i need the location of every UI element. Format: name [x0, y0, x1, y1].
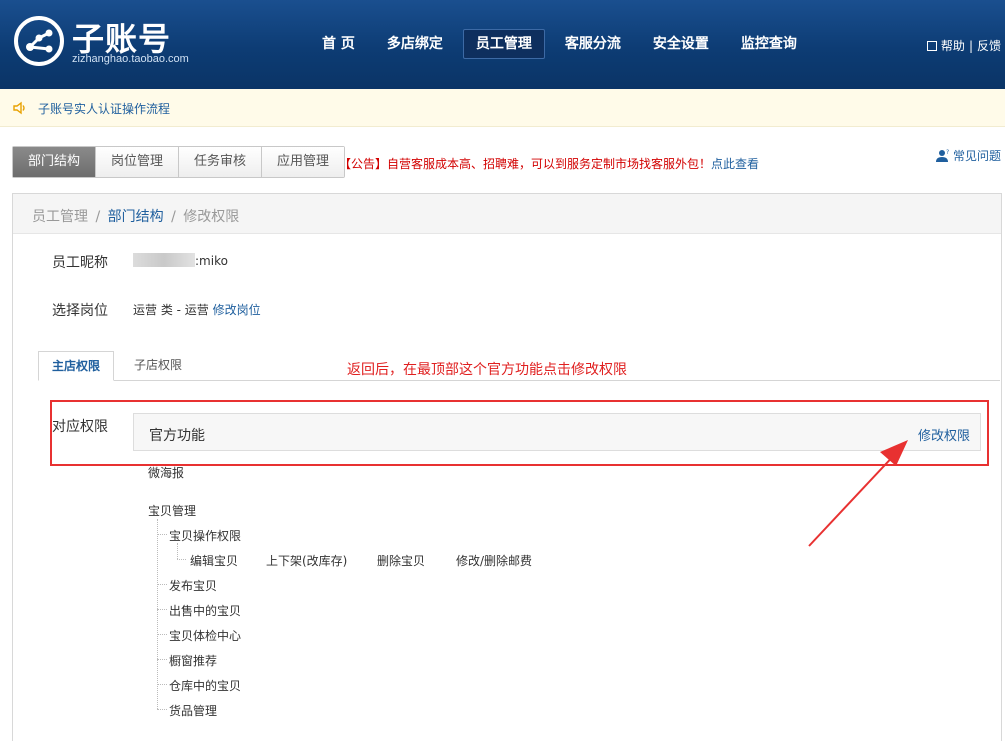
tree-connector	[157, 709, 167, 710]
tab-position-management[interactable]: 岗位管理	[96, 147, 180, 177]
tree-connector	[157, 684, 167, 685]
tab-department-structure[interactable]: 部门结构	[13, 147, 97, 177]
tree-connector	[157, 634, 167, 635]
faq-link[interactable]: ? 常见问题	[935, 147, 1001, 164]
redacted-name	[133, 253, 195, 267]
section-tabs: 部门结构 岗位管理 任务审核 应用管理	[12, 146, 346, 178]
nav-monitoring[interactable]: 监控查询	[729, 29, 809, 59]
breadcrumb-separator: /	[95, 209, 101, 225]
tree-connector	[177, 559, 186, 560]
page: 子账号 zizhanghao.taobao.com 首 页 多店绑定 员工管理 …	[0, 0, 1005, 741]
tab-sub-shop-permissions[interactable]: 子店权限	[121, 351, 195, 381]
tree-item-window-recommend: 橱窗推荐	[169, 654, 218, 668]
position-text: 运营 类 - 运营	[133, 303, 209, 317]
feedback-link[interactable]: 反馈	[977, 37, 1001, 54]
user-question-icon: ?	[935, 149, 949, 162]
tree-item-goods-manage: 货品管理	[169, 704, 218, 718]
tree-connector	[157, 659, 167, 660]
tree-item-publish-item: 发布宝贝	[169, 579, 218, 593]
nickname-label: 员工昵称	[52, 255, 108, 271]
breadcrumb-current: 修改权限	[183, 209, 240, 225]
breadcrumb: 员工管理 / 部门结构 / 修改权限	[13, 194, 1001, 234]
highlight-frame	[50, 400, 989, 466]
tree-item-baobei-ops: 宝贝操作权限	[169, 529, 242, 543]
nickname-suffix: :miko	[195, 254, 228, 268]
logo-subtitle: zizhanghao.taobao.com	[72, 53, 189, 65]
tab-task-review[interactable]: 任务审核	[179, 147, 263, 177]
tree-item-edit-item: 编辑宝贝	[190, 554, 239, 568]
main-nav: 首 页 多店绑定 员工管理 客服分流 安全设置 监控查询	[310, 29, 817, 59]
tree-item-check-center: 宝贝体检中心	[169, 629, 242, 643]
announcement-link[interactable]: 点此查看	[711, 157, 759, 171]
help-area: 帮助 | 反馈	[926, 37, 1001, 54]
tree-item-edit-postage: 修改/删除邮费	[456, 554, 533, 568]
position-label: 选择岗位	[52, 303, 108, 319]
breadcrumb-separator: /	[171, 209, 176, 225]
tree-item-on-sale: 出售中的宝贝	[169, 604, 242, 618]
notice-bar: 子账号实人认证操作流程	[0, 89, 1005, 127]
tab-app-management[interactable]: 应用管理	[262, 147, 345, 177]
tab-main-shop-permissions[interactable]: 主店权限	[38, 351, 115, 381]
tree-item-baobei-manage: 宝贝管理	[148, 504, 197, 518]
tree-connector	[157, 584, 167, 585]
svg-text:?: ?	[946, 149, 949, 156]
nav-multi-shop[interactable]: 多店绑定	[375, 29, 455, 59]
tree-item-weihaibao: 微海报	[148, 466, 185, 480]
logo-icon	[14, 16, 64, 66]
tree-connector	[157, 534, 167, 535]
breadcrumb-department[interactable]: 部门结构	[108, 209, 164, 225]
top-header: 子账号 zizhanghao.taobao.com 首 页 多店绑定 员工管理 …	[0, 0, 1005, 89]
edit-position-link[interactable]: 修改岗位	[213, 303, 261, 317]
tree-item-delete-item: 删除宝贝	[377, 554, 426, 568]
annotation-text: 返回后，在最顶部这个官方功能点击修改权限	[347, 362, 627, 378]
external-link-icon	[926, 40, 937, 51]
notice-link[interactable]: 子账号实人认证操作流程	[38, 100, 170, 117]
nav-staff-management[interactable]: 员工管理	[462, 29, 545, 59]
nav-customer-service[interactable]: 客服分流	[553, 29, 633, 59]
breadcrumb-root[interactable]: 员工管理	[32, 209, 88, 225]
position-value: 运营 类 - 运营 修改岗位	[133, 301, 261, 318]
help-link[interactable]: 帮助	[941, 37, 965, 54]
nav-home[interactable]: 首 页	[310, 29, 367, 59]
tree-item-shelve: 上下架(改库存)	[266, 554, 348, 568]
tree-connector	[157, 519, 158, 709]
nickname-value: :miko	[133, 253, 228, 268]
speaker-icon	[13, 101, 25, 115]
announcement-text: 【公告】自营客服成本高、招聘难，可以到服务定制市场找客服外包！	[339, 157, 712, 171]
help-separator: |	[968, 38, 973, 53]
tree-connector	[157, 609, 167, 610]
announcement: 【公告】自营客服成本高、招聘难，可以到服务定制市场找客服外包！点此查看	[339, 155, 759, 172]
tree-connector	[177, 543, 178, 559]
nav-security-settings[interactable]: 安全设置	[641, 29, 721, 59]
faq-label: 常见问题	[952, 149, 1001, 163]
tree-item-warehouse: 仓库中的宝贝	[169, 679, 242, 693]
